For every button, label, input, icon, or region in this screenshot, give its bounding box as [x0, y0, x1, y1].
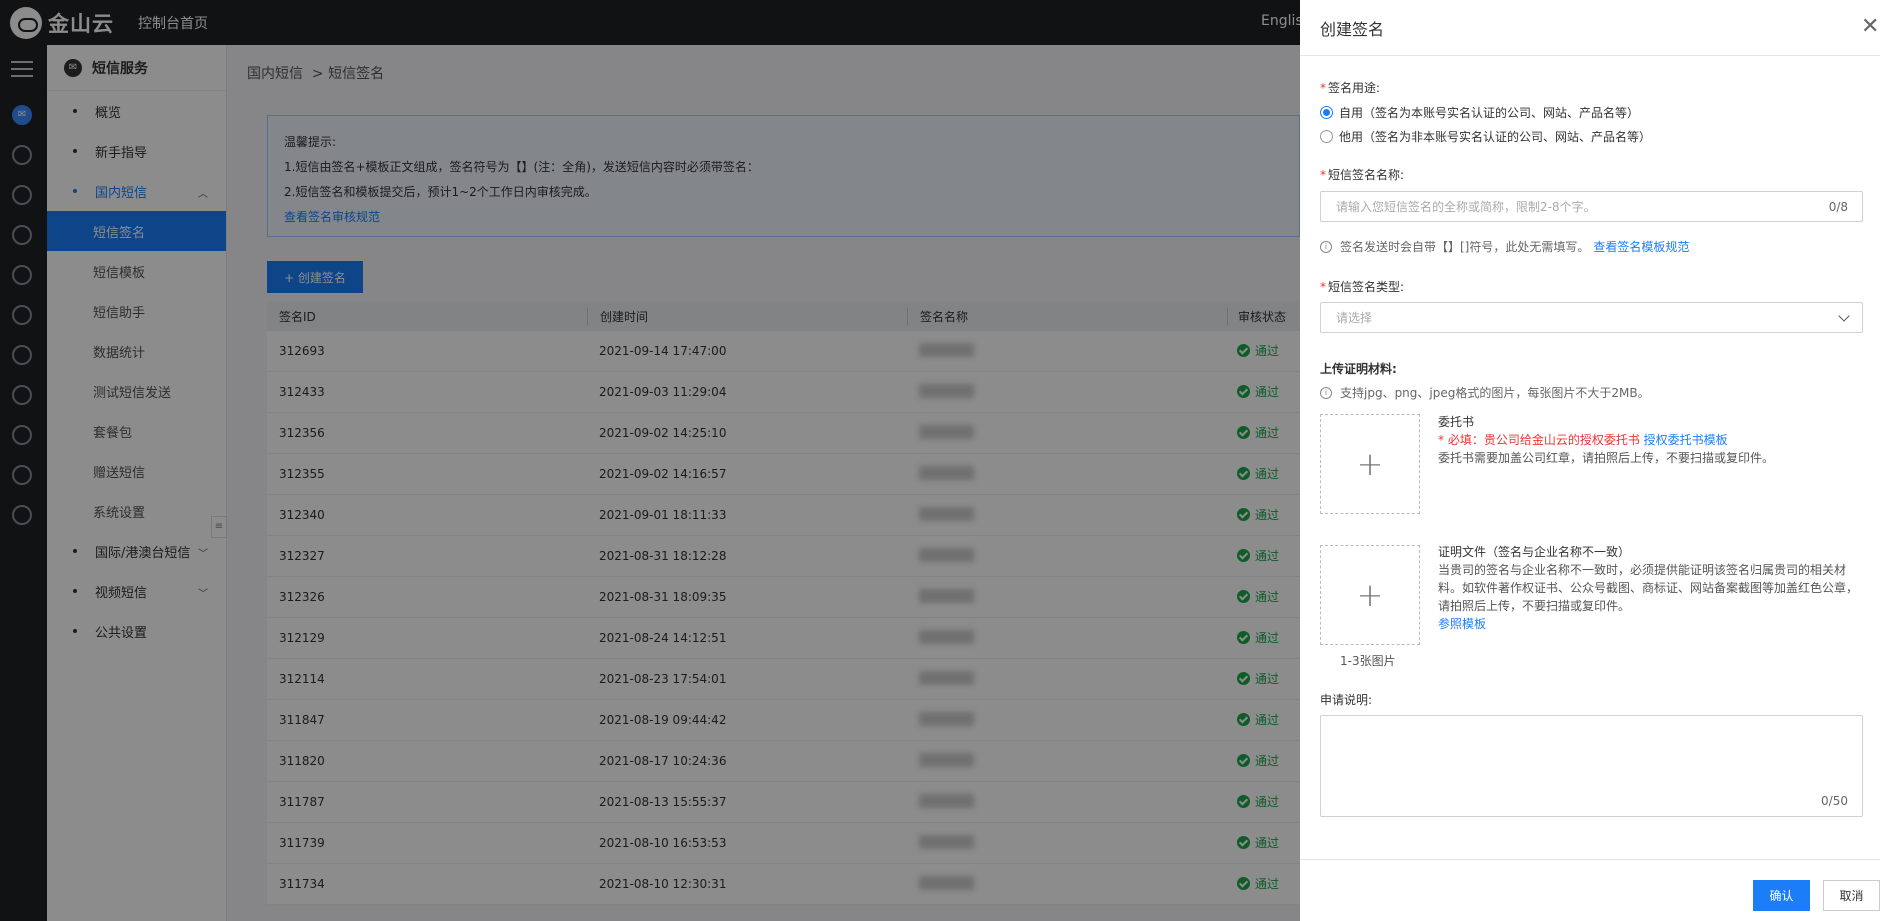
radio-checked-icon [1320, 106, 1333, 119]
usage-other-radio[interactable]: 他用（签名为非本账号实名认证的公司、网站、产品名等） [1320, 128, 1651, 145]
authorization-template-link[interactable]: 授权委托书模板 [1644, 433, 1728, 447]
authorization-text: 委托书 * 必填：贵公司给金山云的授权委托书 授权委托书模板 委托书需要加盖公司… [1438, 415, 1775, 465]
proof-caption: 1-3张图片 [1340, 654, 1396, 668]
name-hint: i 签名发送时会自带【】[]符号，此处无需填写。 查看签名模板规范 [1320, 238, 1689, 255]
drawer-title: 创建签名 [1320, 20, 1385, 39]
proof-template-link[interactable]: 参照模板 [1438, 615, 1863, 633]
proof-text: 证明文件（签名与企业名称不一致） 当贵司的签名与企业名称不一致时，必须提供能证明… [1438, 543, 1863, 633]
close-icon[interactable]: ✕ [1861, 14, 1879, 39]
name-label: * 短信签名名称: [1320, 168, 1405, 182]
modal-overlay[interactable] [0, 0, 1300, 921]
template-rules-link[interactable]: 查看签名模板规范 [1593, 238, 1689, 255]
cancel-button[interactable]: 取消 [1823, 880, 1880, 911]
create-signature-drawer: 创建签名 ✕ * 签名用途: 自用（签名为本账号实名认证的公司、网站、产品名等） … [1300, 0, 1880, 921]
remark-char-count: 0/50 [1821, 794, 1848, 808]
name-char-count: 0/8 [1828, 199, 1848, 214]
confirm-button[interactable]: 确认 [1753, 880, 1810, 911]
remark-textarea[interactable]: 0/50 [1320, 715, 1863, 817]
remark-label: 申请说明: [1320, 693, 1373, 707]
type-label: * 短信签名类型: [1320, 280, 1405, 294]
upload-hint: i 支持jpg、png、jpeg格式的图片，每张图片不大于2MB。 [1320, 384, 1650, 401]
info-icon: i [1320, 386, 1332, 399]
info-icon: i [1320, 240, 1332, 253]
signature-type-select[interactable]: 请选择 [1320, 302, 1863, 333]
radio-unchecked-icon [1320, 130, 1333, 143]
usage-self-radio[interactable]: 自用（签名为本账号实名认证的公司、网站、产品名等） [1320, 104, 1639, 121]
upload-proof-button[interactable]: + [1320, 545, 1420, 645]
upload-label: 上传证明材料: [1320, 362, 1397, 376]
signature-name-input[interactable]: 请输入您短信签名的全称或简称，限制2-8个字。 0/8 [1320, 191, 1863, 222]
usage-label: * 签名用途: [1320, 81, 1381, 95]
upload-authorization-button[interactable]: + [1320, 414, 1420, 514]
chevron-down-icon [1838, 310, 1850, 322]
